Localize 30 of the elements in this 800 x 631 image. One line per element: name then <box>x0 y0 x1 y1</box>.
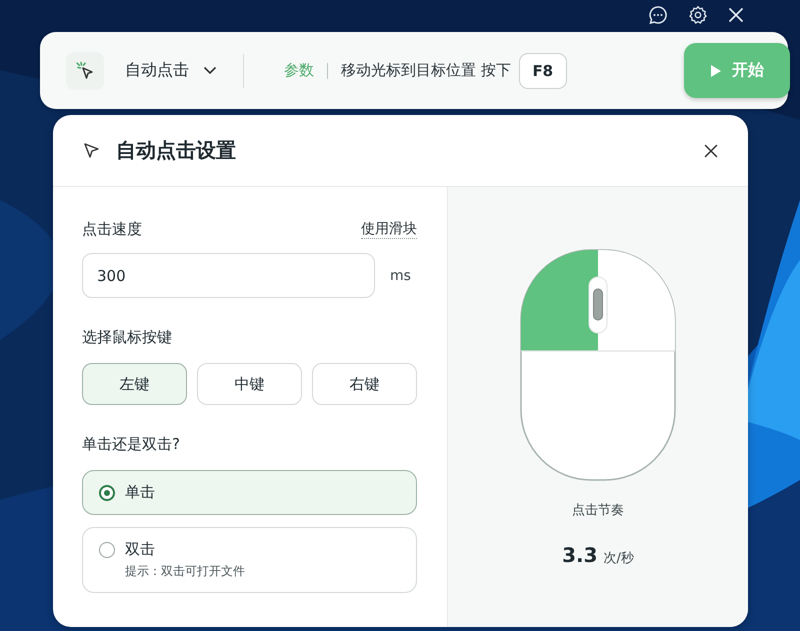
preview-label: 点击节奏 <box>572 502 624 519</box>
cursor-click-icon <box>66 52 104 90</box>
mouse-button-option[interactable]: 左键 <box>82 363 187 405</box>
cursor-icon <box>83 142 100 159</box>
play-icon <box>710 64 722 78</box>
hotkey-badge: F8 <box>518 52 567 88</box>
radio-button[interactable] <box>99 484 115 500</box>
chevron-down-icon[interactable] <box>203 66 217 75</box>
mouse-button-option[interactable]: 右键 <box>312 363 417 405</box>
speed-input-field[interactable]: 300 <box>82 253 375 298</box>
hint-text: 提示：双击可打开文件 <box>125 563 246 580</box>
use-slider-link[interactable]: 使用滑块 <box>361 220 417 239</box>
panel-title: 自动点击设置 <box>116 137 236 164</box>
mouse-button-option[interactable]: 中键 <box>197 363 302 405</box>
field-label: 单击还是双击? <box>82 435 181 454</box>
field-label: 选择鼠标按键 <box>82 328 173 347</box>
unit-label: ms <box>390 268 411 284</box>
rate-unit: 次/秒 <box>604 550 634 567</box>
click-type-option[interactable]: 单击 <box>82 470 417 515</box>
instruction-text: 移动光标到目标位置 按下 <box>341 61 511 80</box>
option-label: 双击 <box>125 540 155 559</box>
settings-icon[interactable] <box>688 5 708 25</box>
radio-button[interactable] <box>99 542 115 558</box>
chat-icon[interactable] <box>648 5 668 25</box>
click-type-option[interactable]: 双击 提示：双击可打开文件 <box>82 527 417 593</box>
mode-dropdown[interactable]: 自动点击 <box>125 60 189 81</box>
rate-value: 3.3 <box>562 543 598 567</box>
close-icon[interactable] <box>704 144 718 158</box>
field-label: 点击速度 <box>82 220 142 239</box>
option-label: 单击 <box>125 483 155 502</box>
